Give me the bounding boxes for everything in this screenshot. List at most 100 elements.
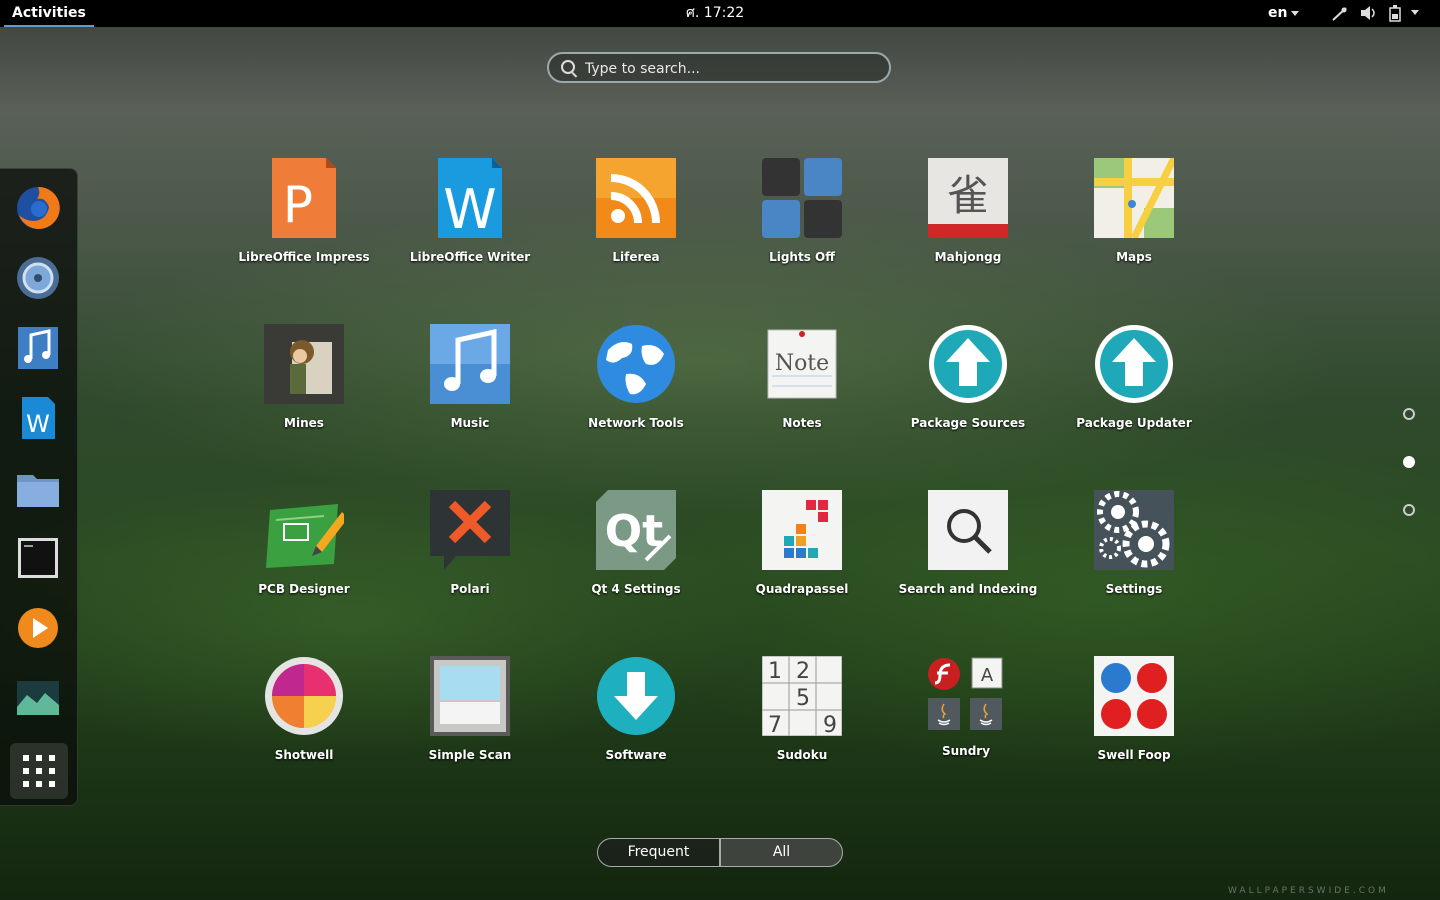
map-icon	[1094, 158, 1174, 238]
app-simple-scan[interactable]: Simple Scan	[390, 656, 550, 796]
app-label: Polari	[450, 582, 490, 596]
sundry-folder-icons: A	[926, 656, 1006, 736]
flash-icon	[928, 658, 960, 690]
scanner-icon	[430, 656, 510, 736]
sudoku-grid-icon: 1 2 5 7 9	[762, 656, 842, 736]
app-label: Mahjongg	[934, 250, 1002, 264]
app-label: Lights Off	[769, 250, 835, 264]
image-viewer-icon[interactable]	[15, 675, 61, 721]
app-package-updater[interactable]: Package Updater	[1054, 324, 1214, 464]
app-label: Package Sources	[910, 416, 1026, 430]
app-package-sources[interactable]: Package Sources	[888, 324, 1048, 464]
app-label: Network Tools	[588, 416, 684, 430]
show-apps-button[interactable]	[10, 743, 68, 799]
svg-text:W: W	[26, 410, 50, 438]
language-indicator[interactable]: en	[1268, 0, 1300, 27]
app-label: Quadrapassel	[755, 582, 849, 596]
java-icon	[970, 698, 1002, 730]
java-icon	[928, 698, 960, 730]
package-upload-icon	[1095, 325, 1173, 403]
page-indicator-3[interactable]	[1403, 504, 1415, 516]
app-libreoffice-impress[interactable]: P LibreOffice Impress	[224, 158, 384, 298]
terminal-icon[interactable]	[15, 535, 61, 581]
app-label: Settings	[1105, 582, 1163, 596]
app-maps[interactable]: Maps	[1054, 158, 1214, 298]
sudoku-digit: 1	[768, 659, 782, 684]
app-notes[interactable]: Note Notes	[722, 324, 882, 464]
app-lights-off[interactable]: Lights Off	[722, 158, 882, 298]
download-arrow-icon	[597, 657, 675, 735]
writer-icon[interactable]: W	[15, 395, 61, 441]
all-tab[interactable]: All	[720, 838, 843, 867]
disc-icon[interactable]	[15, 255, 61, 301]
sudoku-digit: 7	[768, 713, 782, 736]
page-indicator-2[interactable]	[1403, 456, 1415, 468]
app-sudoku[interactable]: 1 2 5 7 9 Sudoku	[722, 656, 882, 796]
app-quadrapassel[interactable]: Quadrapassel	[722, 490, 882, 630]
notes-icon: Note	[767, 329, 837, 399]
magnifier-icon	[928, 490, 1008, 570]
show-apps-icon	[23, 755, 55, 787]
app-label: Liferea	[612, 250, 660, 264]
polari-icon	[430, 490, 510, 570]
app-qt4-settings[interactable]: Qt Qt 4 Settings	[556, 490, 716, 630]
app-label: LibreOffice Impress	[238, 250, 370, 264]
app-mahjongg[interactable]: 雀 Mahjongg	[888, 158, 1048, 298]
page-indicator-1[interactable]	[1403, 408, 1415, 420]
swell-foop-icon	[1094, 656, 1174, 736]
app-label: Simple Scan	[428, 748, 512, 762]
accessibility-icon[interactable]	[1331, 6, 1349, 22]
app-search-and-indexing[interactable]: Search and Indexing	[888, 490, 1048, 630]
volume-icon[interactable]	[1360, 5, 1378, 21]
search-input[interactable]	[583, 58, 877, 80]
lights-off-icon	[762, 158, 842, 238]
app-music[interactable]: Music	[390, 324, 550, 464]
shotwell-icon	[265, 657, 343, 735]
app-settings[interactable]: Settings	[1054, 490, 1214, 630]
app-label: Swell Foop	[1097, 748, 1171, 762]
package-upload-icon	[929, 325, 1007, 403]
mahjongg-glyph: 雀	[947, 171, 989, 220]
rss-feed-icon	[596, 158, 676, 238]
app-label: Mines	[284, 416, 324, 430]
app-liferea[interactable]: Liferea	[556, 158, 716, 298]
sundry-letter: A	[981, 665, 994, 686]
app-shotwell[interactable]: Shotwell	[224, 656, 384, 796]
top-bar: Activities ศ. 17:22 en	[0, 0, 1440, 27]
app-network-tools[interactable]: Network Tools	[556, 324, 716, 464]
search-icon	[561, 60, 575, 74]
chevron-down-icon	[1291, 10, 1300, 16]
app-mines[interactable]: Mines	[224, 324, 384, 464]
wallpaper-watermark: WALLPAPERSWIDE.COM	[1228, 886, 1389, 896]
app-pcb-designer[interactable]: PCB Designer	[224, 490, 384, 630]
app-folder-sundry[interactable]: A Sundry	[886, 656, 1046, 796]
activities-button[interactable]: Activities	[4, 0, 94, 27]
search-box[interactable]	[547, 52, 891, 83]
libreoffice-writer-icon: W	[438, 158, 502, 238]
app-label: Package Updater	[1076, 416, 1192, 430]
app-swell-foop[interactable]: Swell Foop	[1054, 656, 1214, 796]
app-label: Shotwell	[274, 748, 334, 762]
app-label: Search and Indexing	[898, 582, 1038, 596]
notes-word: Note	[775, 351, 829, 376]
battery-icon[interactable]	[1389, 5, 1403, 22]
app-software[interactable]: Software	[556, 656, 716, 796]
app-polari[interactable]: Polari	[390, 490, 550, 630]
font-viewer-icon: A	[971, 657, 1003, 689]
media-player-icon[interactable]	[15, 605, 61, 651]
mines-icon	[264, 324, 344, 404]
dash: W	[0, 168, 78, 806]
app-label: Maps	[1116, 250, 1152, 264]
firefox-icon[interactable]	[15, 185, 61, 231]
folder-icon[interactable]	[15, 465, 61, 511]
libreoffice-impress-icon: P	[272, 158, 336, 238]
sudoku-digit: 2	[796, 659, 810, 684]
app-label: Notes	[782, 416, 822, 430]
app-libreoffice-writer[interactable]: W LibreOffice Writer	[390, 158, 550, 298]
system-menu-chevron-icon[interactable]	[1411, 10, 1419, 15]
music-note-icon[interactable]	[15, 325, 61, 371]
clock[interactable]: ศ. 17:22	[686, 0, 744, 27]
gears-icon	[1094, 490, 1174, 570]
frequent-tab[interactable]: Frequent	[597, 838, 720, 867]
writer-letter: W	[443, 178, 496, 238]
